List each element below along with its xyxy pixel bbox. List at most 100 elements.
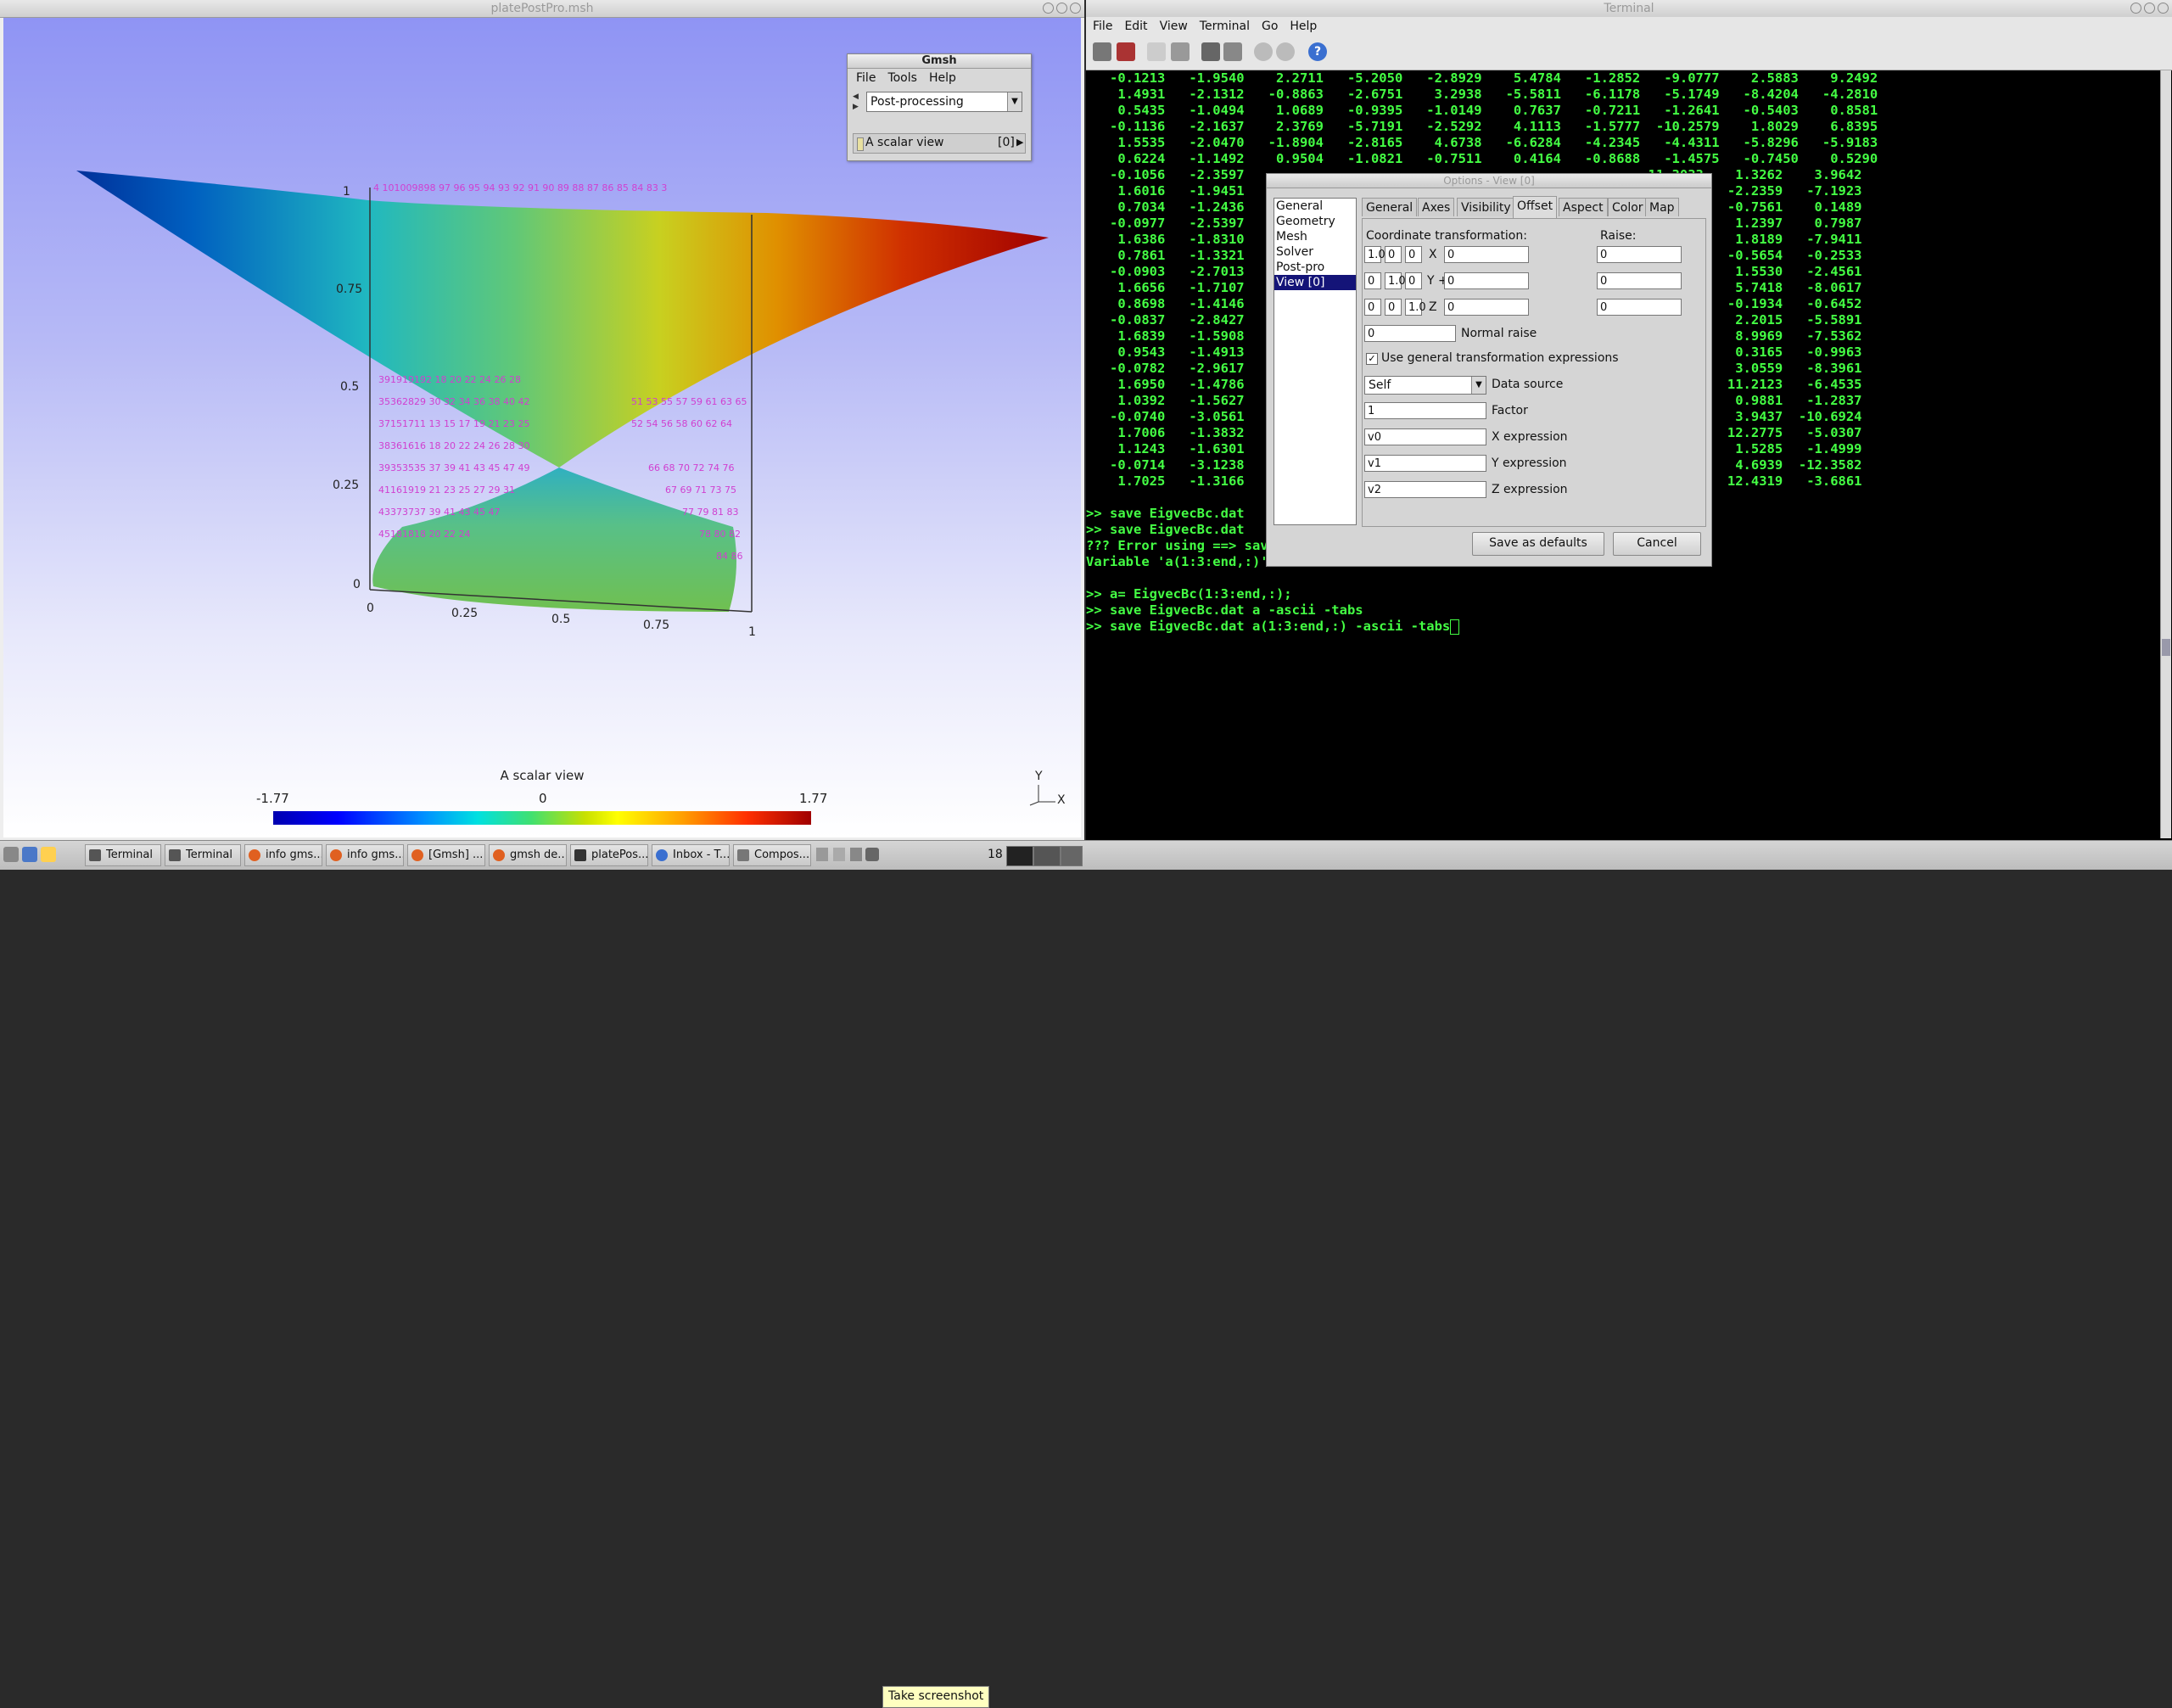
- zoom-icon[interactable]: [1223, 42, 1242, 61]
- tab-general[interactable]: General: [1362, 198, 1418, 216]
- y-expression-input[interactable]: v1: [1364, 455, 1486, 472]
- workspace-2[interactable]: [1033, 846, 1061, 866]
- task-label: info gms...: [266, 848, 322, 861]
- z-expression-input[interactable]: v2: [1364, 481, 1486, 498]
- data-source-select[interactable]: Self ▼: [1364, 376, 1486, 395]
- view-visible-toggle[interactable]: [857, 137, 864, 151]
- desktop-icon[interactable]: [22, 847, 37, 862]
- fullscreen-icon[interactable]: [1201, 42, 1220, 61]
- matrix-22[interactable]: 1.0: [1405, 299, 1426, 316]
- task-terminal-1[interactable]: Terminal: [85, 844, 161, 866]
- terminal-titlebar[interactable]: Terminal: [1086, 0, 2172, 18]
- raise-z[interactable]: 0: [1597, 299, 1682, 316]
- menu-view[interactable]: View: [1160, 20, 1188, 33]
- tab-axes[interactable]: Axes: [1418, 198, 1455, 216]
- cancel-button[interactable]: Cancel: [1613, 532, 1701, 556]
- task-label: platePos...: [591, 848, 648, 861]
- options-category-list[interactable]: General Geometry Mesh Solver Post-pro Vi…: [1274, 198, 1357, 525]
- menu-file[interactable]: File: [856, 71, 876, 85]
- copy-icon[interactable]: [1147, 42, 1166, 61]
- tab-color[interactable]: Color: [1608, 198, 1648, 216]
- offset-y[interactable]: 0: [1444, 272, 1529, 289]
- menu-file[interactable]: File: [1093, 20, 1112, 33]
- tab-aspect[interactable]: Aspect: [1559, 198, 1608, 216]
- category-view0[interactable]: View [0]: [1274, 275, 1356, 290]
- help-icon[interactable]: ?: [1308, 42, 1327, 61]
- workspace-3[interactable]: [1061, 846, 1083, 866]
- paste-icon[interactable]: [1171, 42, 1190, 61]
- minimize-icon[interactable]: [2130, 3, 2141, 14]
- minimize-icon[interactable]: [1043, 3, 1054, 14]
- task-info-gmsh-2[interactable]: info gms...: [326, 844, 404, 866]
- category-general[interactable]: General: [1274, 199, 1356, 214]
- category-solver[interactable]: Solver: [1274, 244, 1356, 260]
- menu-go[interactable]: Go: [1262, 20, 1278, 33]
- new-window-icon[interactable]: [1117, 42, 1135, 61]
- matrix-01[interactable]: 0: [1385, 246, 1402, 263]
- task-platepostpro[interactable]: platePos...: [570, 844, 648, 866]
- svg-text:51 53 55 57 59 61 63 65: 51 53 55 57 59 61 63 65: [631, 396, 747, 407]
- options-titlebar[interactable]: Options - View [0]: [1267, 174, 1711, 188]
- screenshot-icon[interactable]: [865, 848, 879, 861]
- matrix-00[interactable]: 1.0: [1364, 246, 1385, 263]
- gmsh-control-titlebar[interactable]: Gmsh: [848, 54, 1031, 69]
- tab-visibility[interactable]: Visibility: [1457, 198, 1515, 216]
- tray-network-icon[interactable]: [833, 848, 845, 861]
- task-inbox[interactable]: Inbox - T...: [652, 844, 730, 866]
- close-icon[interactable]: [1070, 3, 1081, 14]
- factor-input[interactable]: 1: [1364, 402, 1486, 419]
- raise-y[interactable]: 0: [1597, 272, 1682, 289]
- matrix-02[interactable]: 0: [1405, 246, 1422, 263]
- forward-icon[interactable]: [1276, 42, 1295, 61]
- matrix-21[interactable]: 0: [1385, 299, 1402, 316]
- scrollbar-thumb[interactable]: [2162, 639, 2170, 656]
- menu-edit[interactable]: Edit: [1124, 20, 1147, 33]
- matrix-20[interactable]: 0: [1364, 299, 1381, 316]
- colorbar: [273, 811, 811, 825]
- menu-help[interactable]: Help: [1290, 20, 1317, 33]
- module-nav-arrows-icon[interactable]: ◀ ▶: [853, 92, 863, 112]
- tray-clipboard-icon[interactable]: [850, 848, 862, 861]
- firefox-icon: [330, 849, 342, 861]
- menu-help[interactable]: Help: [929, 71, 956, 85]
- gmsh-titlebar[interactable]: platePostPro.msh: [0, 0, 1084, 18]
- task-gmsh-de[interactable]: gmsh de...: [489, 844, 567, 866]
- menu-tools[interactable]: Tools: [887, 71, 917, 85]
- x-expression-input[interactable]: v0: [1364, 428, 1486, 445]
- module-select[interactable]: Post-processing ▼: [866, 92, 1022, 112]
- offset-z[interactable]: 0: [1444, 299, 1529, 316]
- maximize-icon[interactable]: [1056, 3, 1067, 14]
- view-menu-arrow-icon[interactable]: ▶: [1016, 137, 1023, 148]
- tray-battery-icon[interactable]: [816, 848, 828, 861]
- back-icon[interactable]: [1254, 42, 1273, 61]
- system-menu-icon[interactable]: [3, 847, 19, 862]
- tab-map[interactable]: Map: [1645, 198, 1679, 216]
- offset-x[interactable]: 0: [1444, 246, 1529, 263]
- matrix-11[interactable]: 1.0: [1385, 272, 1406, 289]
- normal-raise-input[interactable]: 0: [1364, 325, 1456, 342]
- menu-terminal[interactable]: Terminal: [1200, 20, 1250, 33]
- category-geometry[interactable]: Geometry: [1274, 214, 1356, 229]
- save-defaults-button[interactable]: Save as defaults: [1472, 532, 1604, 556]
- task-info-gmsh-1[interactable]: info gms...: [244, 844, 322, 866]
- raise-x[interactable]: 0: [1597, 246, 1682, 263]
- task-gmsh-web[interactable]: [Gmsh] ...: [407, 844, 485, 866]
- view-index: [0]: [998, 136, 1015, 149]
- category-mesh[interactable]: Mesh: [1274, 229, 1356, 244]
- workspace-1[interactable]: [1006, 846, 1033, 866]
- new-tab-icon[interactable]: [1093, 42, 1111, 61]
- view-button[interactable]: A scalar view [0] ▶: [853, 133, 1026, 154]
- terminal-line: 1.4931 -2.1312 -0.8863 -2.6751 3.2938 -5…: [1086, 87, 1878, 102]
- matrix-12[interactable]: 0: [1405, 272, 1422, 289]
- use-general-checkbox[interactable]: ✓: [1366, 353, 1378, 365]
- tab-offset[interactable]: Offset: [1513, 196, 1558, 218]
- close-icon[interactable]: [2158, 3, 2169, 14]
- thunderbird-icon: [656, 849, 668, 861]
- terminal-scrollbar[interactable]: [2160, 70, 2171, 838]
- task-compose[interactable]: Compos...: [733, 844, 811, 866]
- category-postpro[interactable]: Post-pro: [1274, 260, 1356, 275]
- matrix-10[interactable]: 0: [1364, 272, 1381, 289]
- task-terminal-2[interactable]: Terminal: [165, 844, 241, 866]
- editor-icon[interactable]: [41, 847, 56, 862]
- maximize-icon[interactable]: [2144, 3, 2155, 14]
